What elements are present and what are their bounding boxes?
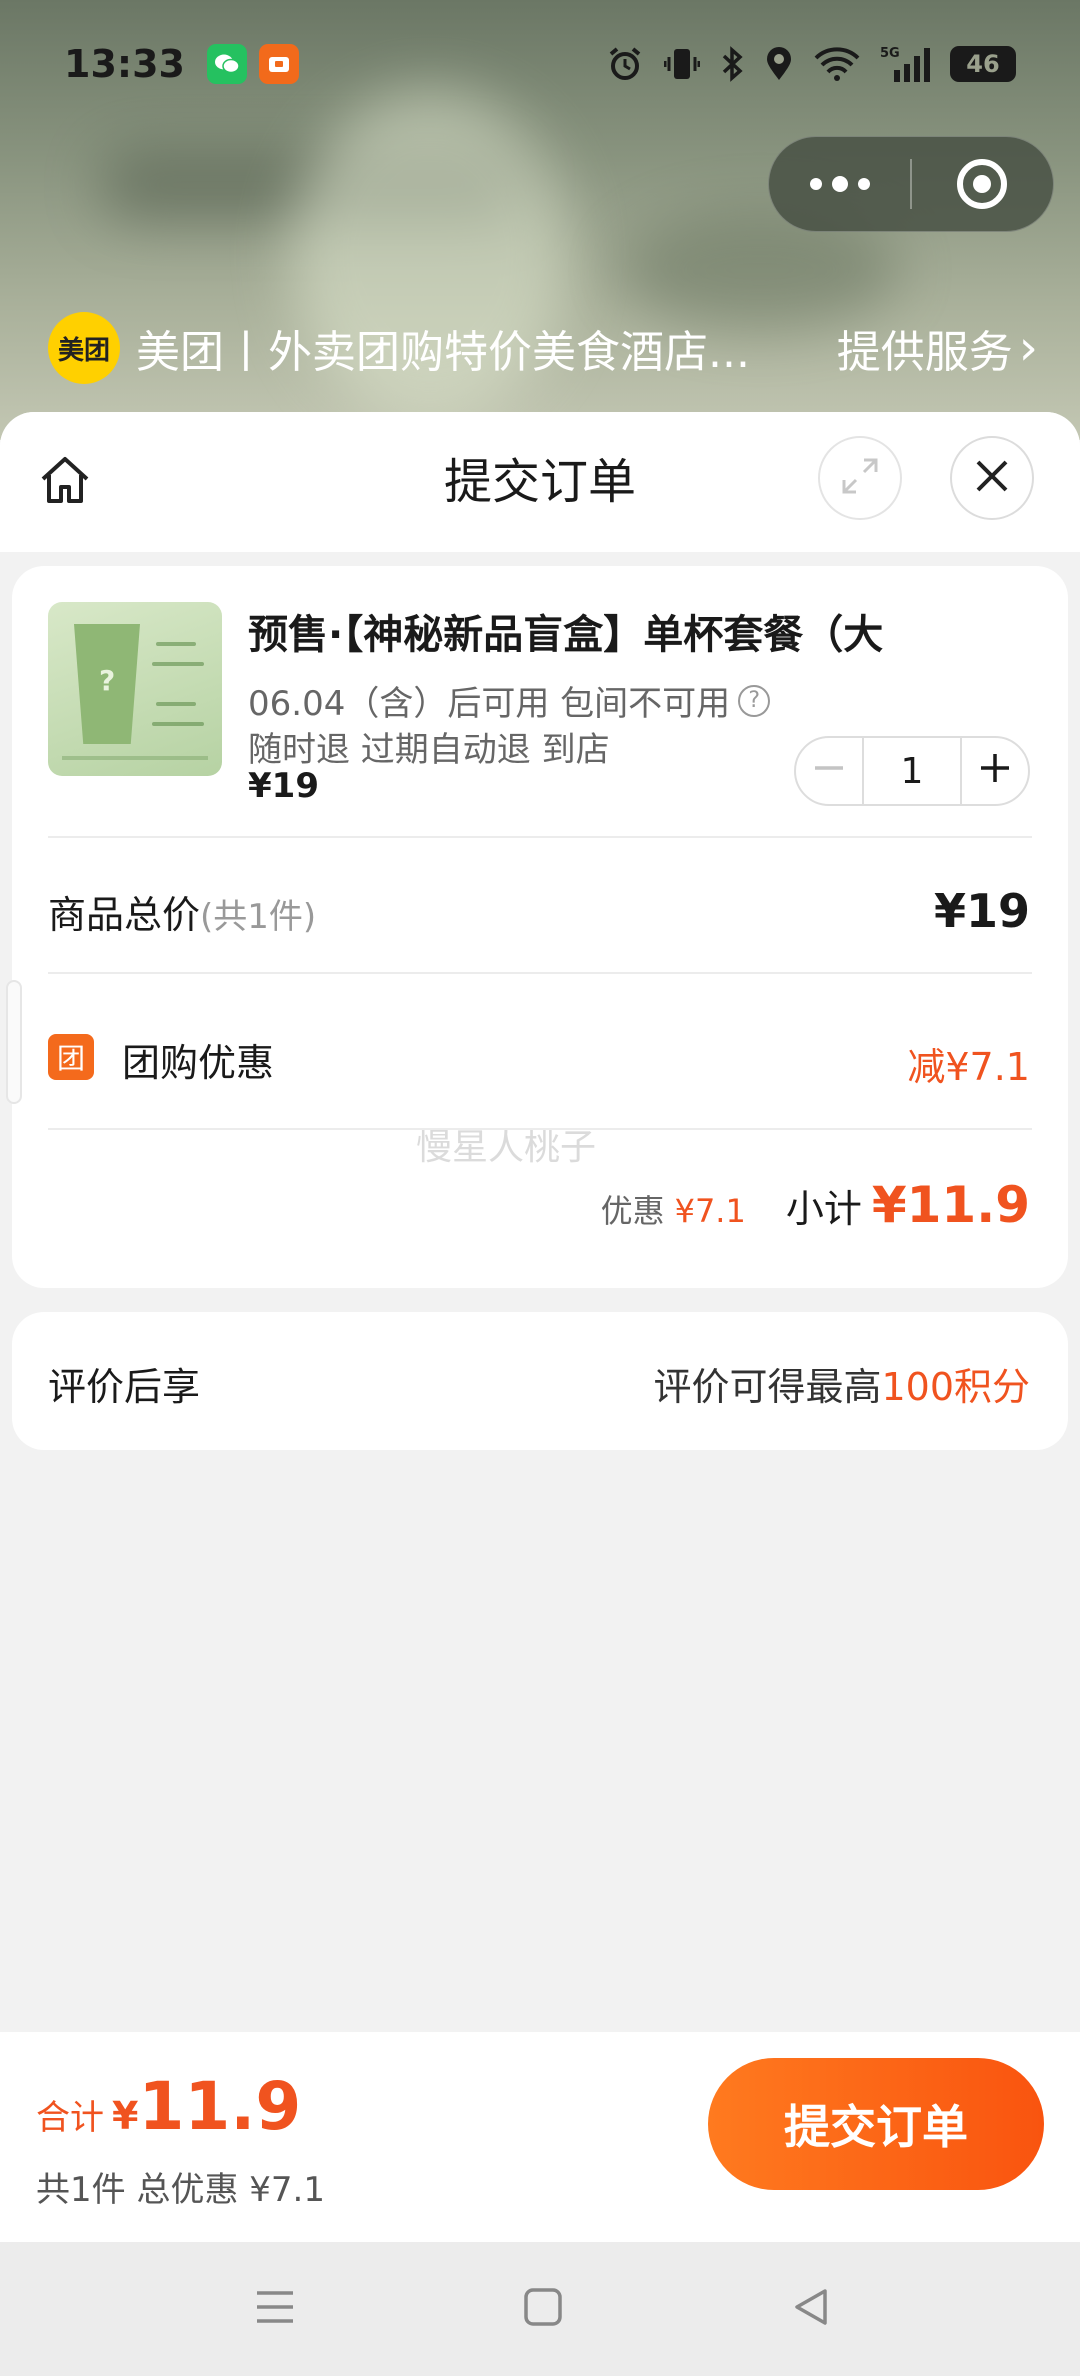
grand-total: 合计 ¥ 11.9: [36, 2068, 301, 2145]
minus-icon: [809, 746, 849, 796]
target-icon: [957, 159, 1008, 209]
home-icon: [35, 451, 95, 515]
group-buy-discount-value: 减¥7.1: [907, 1045, 1030, 1089]
more-dot: [857, 178, 870, 190]
home-nav-button[interactable]: [518, 2284, 568, 2334]
currency-symbol: ¥: [112, 2094, 139, 2138]
signal-icon: 5G: [880, 44, 930, 84]
saved-value: ¥7.1: [674, 1192, 746, 1230]
quantity-stepper: 1: [794, 736, 1030, 806]
product-title[interactable]: 预售·【神秘新品盲盒】单杯套餐（大: [248, 602, 1038, 660]
subtotal-row: 优惠 ¥7.1 小计 ¥11.9: [601, 1176, 1030, 1234]
availability-text: 06.04（含）后可用 包间不可用: [248, 684, 731, 724]
page-title: 提交订单: [443, 454, 636, 510]
square-icon: [521, 2285, 565, 2333]
battery-indicator: 46: [950, 46, 1016, 82]
help-icon[interactable]: ?: [738, 684, 771, 717]
expand-icon: [838, 454, 882, 502]
refund-tags: 随时退 过期自动退 到店: [248, 730, 610, 770]
recent-apps-button[interactable]: [250, 2284, 300, 2334]
total-price-value: ¥19: [933, 884, 1030, 938]
watermark: 慢星人桃子: [416, 1127, 597, 1168]
increase-quantity-button[interactable]: [960, 738, 1028, 804]
vibrate-icon: [664, 45, 700, 83]
more-dot: [809, 178, 822, 190]
plus-icon: [975, 746, 1015, 796]
quantity-value[interactable]: 1: [864, 751, 960, 792]
mini-program-name: 美团丨外卖团购特价美食酒店...: [136, 327, 750, 378]
group-buy-badge-icon: 团: [48, 1034, 94, 1080]
wechat-notification-icon: [206, 44, 247, 84]
item-count: (共1件): [200, 897, 317, 937]
subtotal-label: 小计: [785, 1187, 862, 1231]
service-provider-label: 提供服务: [836, 327, 1013, 378]
review-label: 评价后享: [48, 1365, 201, 1409]
chevron-right-icon: ›: [1018, 320, 1038, 376]
location-icon: [764, 45, 794, 83]
more-options-button[interactable]: [769, 136, 910, 232]
subtotal-value: ¥11.9: [871, 1176, 1030, 1234]
meituan-logo: 美团: [48, 312, 120, 384]
order-sheet: 提交订单 ? 预售·【神秘新品盲盒】单杯套餐（大 06.04（含）后可用 包间不…: [0, 412, 1080, 2032]
product-thumbnail[interactable]: ?: [48, 602, 222, 776]
system-navigation-bar: [0, 2242, 1080, 2376]
bluetooth-icon: [720, 45, 744, 83]
status-bar: 13:33 5G 46: [0, 0, 1080, 128]
grand-total-detail: 共1件 总优惠 ¥7.1: [36, 2170, 325, 2210]
wifi-icon: [814, 46, 860, 82]
grand-total-value: 11.9: [138, 2068, 302, 2145]
divider: [48, 1128, 1032, 1130]
service-provider-link[interactable]: 提供服务 ›: [837, 316, 1038, 380]
back-icon: [789, 2285, 833, 2333]
status-time: 13:33: [64, 42, 185, 86]
group-buy-discount-label: 团购优惠: [122, 1041, 275, 1085]
review-points: 100积分: [881, 1365, 1030, 1409]
status-icons: 5G 46: [606, 44, 1016, 84]
mini-program-capsule: [768, 136, 1054, 232]
review-reward-card[interactable]: 评价后享 评价可得最高100积分: [12, 1312, 1068, 1450]
sheet-header: 提交订单: [0, 412, 1080, 552]
total-price-label: 商品总价(共1件): [48, 893, 317, 937]
close-button[interactable]: [950, 436, 1034, 520]
close-icon: [972, 456, 1012, 500]
home-button[interactable]: [30, 448, 100, 518]
more-dot: [831, 176, 848, 192]
saved-label: 优惠: [600, 1192, 665, 1230]
submit-order-button[interactable]: 提交订单: [708, 2058, 1044, 2190]
review-reward-text: 评价可得最高100积分: [653, 1365, 1030, 1409]
grand-total-label: 合计: [36, 2098, 104, 2138]
close-mini-program-button[interactable]: [912, 136, 1053, 232]
app-notification-icon: [258, 44, 299, 84]
order-card: ? 预售·【神秘新品盲盒】单杯套餐（大 06.04（含）后可用 包间不可用 ? …: [12, 566, 1068, 1288]
alarm-icon: [606, 45, 644, 83]
checkout-bar: 合计 ¥ 11.9 共1件 总优惠 ¥7.1 提交订单: [0, 2032, 1080, 2242]
product-availability: 06.04（含）后可用 包间不可用 ?: [248, 676, 771, 725]
network-type-label: 5G: [880, 46, 900, 61]
menu-icon: [253, 2287, 297, 2331]
product-price: ¥19: [248, 766, 319, 806]
expand-button[interactable]: [818, 436, 902, 520]
mini-program-info-bar[interactable]: 美团 美团丨外卖团购特价美食酒店... 提供服务 ›: [48, 310, 1038, 386]
side-drag-handle[interactable]: [6, 980, 22, 1104]
back-nav-button[interactable]: [786, 2284, 836, 2334]
decrease-quantity-button[interactable]: [796, 738, 864, 804]
divider: [48, 972, 1032, 974]
divider: [48, 836, 1032, 838]
